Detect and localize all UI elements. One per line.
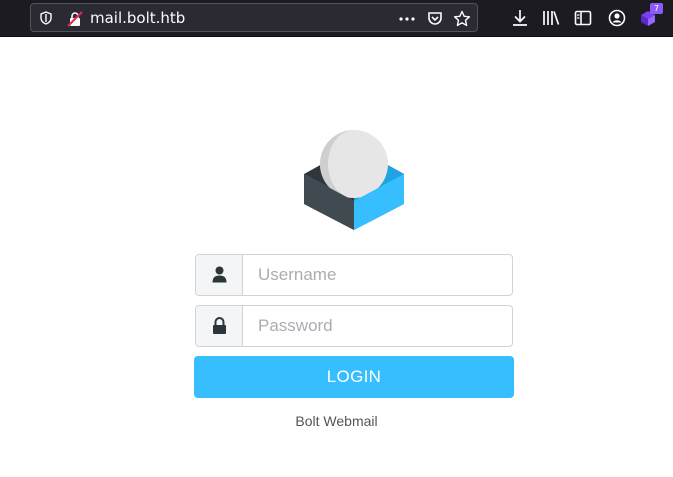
username-addon — [196, 255, 243, 295]
browser-toolbar: mail.bolt.htb 7 — [0, 0, 673, 37]
password-input[interactable] — [244, 306, 512, 346]
address-bar[interactable]: mail.bolt.htb — [30, 3, 478, 32]
username-field-group — [195, 254, 513, 296]
account-icon[interactable] — [607, 8, 627, 28]
library-icon[interactable] — [541, 8, 561, 28]
bookmark-star-icon[interactable] — [453, 10, 471, 28]
downloads-icon[interactable] — [510, 8, 530, 28]
login-button[interactable]: LOGIN — [194, 356, 514, 398]
url-text[interactable]: mail.bolt.htb — [90, 8, 185, 28]
tracking-protection-shield-icon[interactable] — [39, 11, 53, 25]
webmail-logo-icon — [304, 130, 404, 230]
page-actions-more-icon[interactable] — [398, 10, 416, 28]
password-field-group — [195, 305, 513, 347]
username-input[interactable] — [244, 255, 512, 295]
pocket-icon[interactable] — [426, 10, 444, 28]
password-addon — [196, 306, 243, 346]
insecure-lock-icon[interactable] — [67, 11, 83, 27]
lock-icon — [213, 317, 226, 334]
extension-badge: 7 — [650, 3, 663, 14]
user-icon — [212, 266, 227, 283]
product-name: Bolt Webmail — [295, 413, 378, 429]
sidebar-icon[interactable] — [573, 8, 593, 28]
